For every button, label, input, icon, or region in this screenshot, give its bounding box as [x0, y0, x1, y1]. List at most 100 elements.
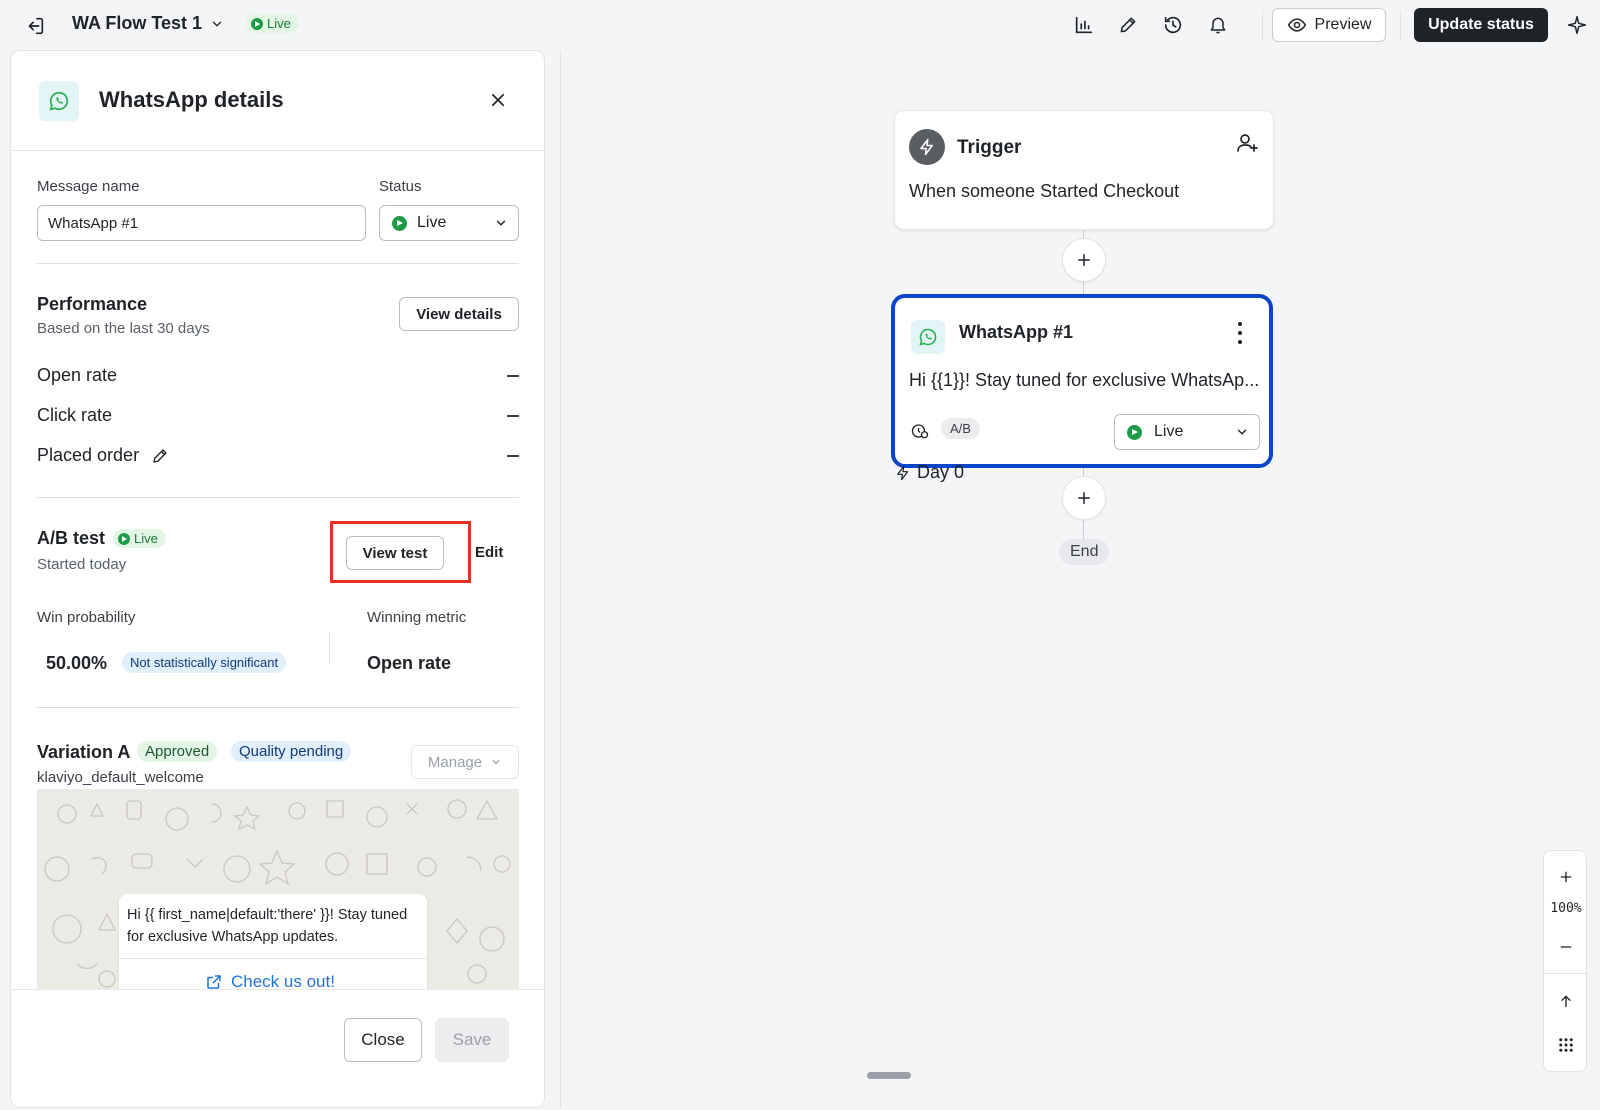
update-status-button[interactable]: Update status: [1414, 8, 1548, 42]
highlight-annotation: [330, 521, 471, 583]
end-node: End: [1059, 539, 1110, 565]
plus-icon: [1078, 492, 1090, 504]
play-icon: [392, 215, 407, 231]
ab-test-icon: [911, 422, 929, 445]
flow-canvas[interactable]: Trigger When someone Started Checkout Wh…: [560, 50, 1590, 1108]
divider: [1544, 973, 1588, 974]
message-text: Hi {{ first_name|default:'there' }}! Sta…: [127, 907, 408, 945]
whatsapp-details-panel: WhatsApp details Message name Status Wha…: [10, 50, 545, 1108]
divider: [119, 958, 427, 959]
zoom-in-button[interactable]: [1544, 859, 1588, 895]
add-step-button[interactable]: [1062, 238, 1106, 282]
toolbar-divider: [1262, 10, 1263, 40]
delay-label: Day 0: [895, 462, 964, 483]
plus-icon: [1560, 871, 1572, 883]
node-status-select[interactable]: Live: [1114, 414, 1260, 450]
flow-title: WA Flow Test 1: [72, 13, 203, 33]
message-bubble: Hi {{ first_name|default:'there' }}! Sta…: [119, 894, 427, 989]
win-probability-label: Win probability: [37, 609, 136, 626]
history-icon[interactable]: [1160, 12, 1186, 38]
chevron-down-icon: [212, 21, 222, 27]
chevron-down-icon: [1237, 429, 1247, 435]
panel-title: WhatsApp details: [99, 87, 284, 112]
metric-click-rate: Click rate: [37, 405, 113, 425]
chevron-down-icon: [492, 759, 500, 765]
sparkle-icon[interactable]: [1564, 12, 1590, 38]
divider: [37, 497, 519, 498]
significance-badge: Not statistically significant: [122, 652, 287, 673]
preview-button[interactable]: Preview: [1272, 8, 1386, 42]
performance-subtitle: Based on the last 30 days: [37, 320, 210, 337]
more-options-icon[interactable]: [1235, 322, 1245, 344]
lightning-icon: [909, 129, 945, 165]
trigger-title: Trigger: [957, 137, 1022, 158]
flow-status-badge: Live: [246, 14, 299, 33]
fit-to-start-button[interactable]: [1544, 983, 1588, 1019]
panel-header: WhatsApp details: [11, 51, 544, 151]
ab-test-status-badge: Live: [113, 529, 166, 548]
close-button[interactable]: Close: [344, 1018, 422, 1062]
minus-icon: [1560, 946, 1572, 948]
metric-click-rate-value: [507, 415, 519, 417]
metric-open-rate-value: [507, 375, 519, 377]
pencil-icon[interactable]: [1115, 12, 1141, 38]
zoom-out-button[interactable]: [1544, 929, 1588, 965]
divider: [37, 707, 519, 708]
ab-test-subtitle: Started today: [37, 556, 127, 573]
add-user-icon[interactable]: [1235, 131, 1259, 160]
cta-button[interactable]: Check us out!: [205, 972, 335, 989]
zoom-level: 100%: [1550, 901, 1582, 916]
plus-icon: [1078, 254, 1090, 266]
chevron-down-icon: [496, 220, 506, 226]
approved-badge: Approved: [137, 741, 218, 762]
manage-button[interactable]: Manage: [411, 745, 519, 779]
pencil-icon[interactable]: [151, 447, 169, 465]
message-name-input[interactable]: WhatsApp #1: [37, 205, 366, 241]
panel-footer: Close Save: [11, 989, 544, 1107]
divider: [37, 263, 519, 264]
whatsapp-icon: [39, 81, 79, 121]
play-icon: [1127, 424, 1142, 440]
top-bar: WA Flow Test 1 Live Preview Update statu…: [0, 0, 1600, 50]
variation-title: Variation A: [37, 742, 131, 762]
view-details-button[interactable]: View details: [399, 297, 519, 331]
trigger-node[interactable]: Trigger When someone Started Checkout: [894, 110, 1274, 230]
lightning-icon: [897, 465, 909, 480]
message-name-label: Message name: [37, 178, 140, 195]
bell-icon[interactable]: [1205, 12, 1231, 38]
metric-placed-order: Placed order: [37, 445, 169, 466]
whatsapp-icon: [911, 320, 945, 354]
play-icon: [118, 532, 130, 545]
win-probability-value: 50.00%: [46, 653, 108, 673]
save-button[interactable]: Save: [435, 1018, 509, 1062]
arrow-up-icon: [1561, 995, 1571, 1007]
trigger-description: When someone Started Checkout: [909, 181, 1180, 201]
whatsapp-node-title: WhatsApp #1: [959, 322, 1074, 342]
exit-icon[interactable]: [22, 13, 48, 39]
winning-metric-label: Winning metric: [367, 609, 467, 626]
eye-icon: [1287, 18, 1306, 32]
winning-metric-value: Open rate: [367, 653, 452, 673]
close-icon[interactable]: [487, 89, 509, 111]
metric-open-rate: Open rate: [37, 365, 118, 385]
whatsapp-node-preview: Hi {{1}}! Stay tuned for exclusive Whats…: [909, 370, 1260, 390]
edit-button[interactable]: Edit: [475, 544, 503, 561]
quality-badge: Quality pending: [231, 741, 352, 762]
whatsapp-node[interactable]: WhatsApp #1 Hi {{1}}! Stay tuned for exc…: [891, 294, 1273, 468]
metric-placed-order-value: [507, 455, 519, 457]
scroll-handle[interactable]: [867, 1072, 911, 1079]
message-preview: Hi {{ first_name|default:'there' }}! Sta…: [37, 789, 519, 989]
ab-test-title: A/B test: [37, 528, 106, 548]
zoom-controls: 100%: [1543, 850, 1588, 1072]
play-icon: [251, 17, 263, 30]
ab-badge: A/B: [941, 418, 980, 439]
add-step-button[interactable]: [1062, 476, 1106, 520]
analytics-icon[interactable]: [1071, 12, 1097, 38]
template-name: klaviyo_default_welcome: [37, 769, 204, 786]
status-label: Status: [379, 178, 422, 195]
flow-title-dropdown[interactable]: WA Flow Test 1: [72, 13, 224, 34]
minimap-grid-icon[interactable]: [1544, 1027, 1588, 1063]
status-select[interactable]: Live: [379, 205, 519, 241]
toolbar-divider: [1400, 10, 1401, 40]
divider: [329, 633, 330, 663]
